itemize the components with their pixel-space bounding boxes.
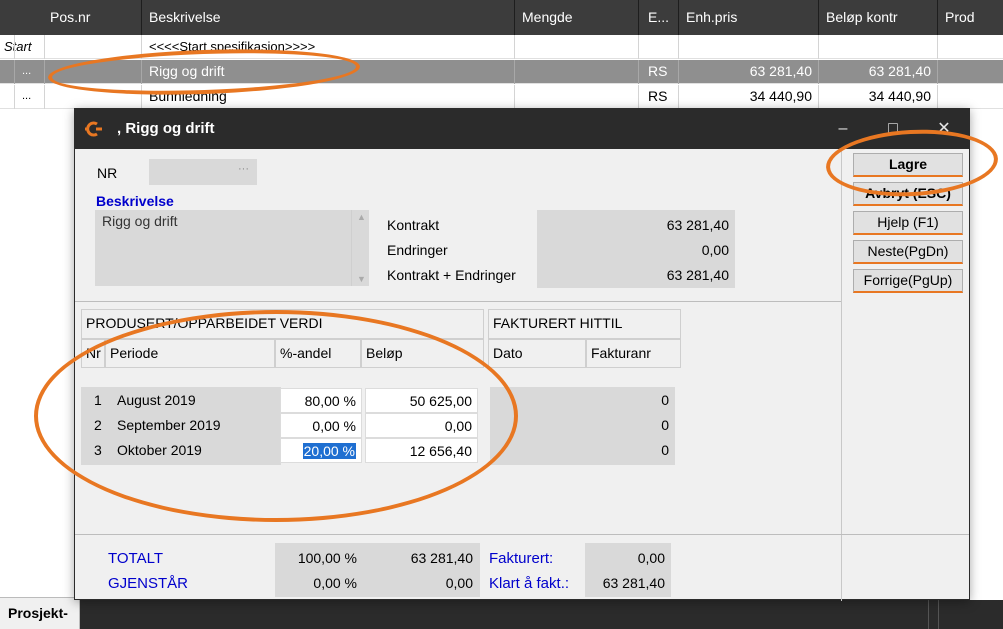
maximize-icon[interactable]: □ <box>878 117 908 141</box>
app-logo-icon <box>85 121 102 137</box>
row-description: Rigg og drift <box>149 63 225 79</box>
cancel-button[interactable]: Avbryt (ESC) <box>853 182 963 206</box>
invoiced-value: 0 <box>661 442 669 458</box>
col-header-periode: Periode <box>105 339 275 368</box>
endringer-label: Endringer <box>387 242 448 258</box>
grid-row[interactable]: ... Bunnledning RS 34 440,90 34 440,90 <box>0 85 1003 109</box>
period-nr: 2 <box>94 417 102 433</box>
col-header-nr: Nr <box>81 339 105 368</box>
help-button[interactable]: Hjelp (F1) <box>853 211 963 235</box>
amount-input[interactable]: 50 625,00 <box>365 388 478 413</box>
description-scrollbar[interactable]: ▲ ▼ <box>351 210 369 286</box>
row-unit: RS <box>648 88 668 104</box>
total-amount: 63 281,40 <box>410 550 473 566</box>
scroll-down-icon[interactable]: ▼ <box>357 274 366 284</box>
dialog-title: , Rigg og drift <box>117 120 215 137</box>
row-unit-price: 34 440,90 <box>749 88 812 104</box>
nr-label: NR <box>97 165 118 181</box>
col-header-fakturanr: Fakturanr <box>586 339 681 368</box>
period-name: August 2019 <box>117 392 196 408</box>
invoiced-section-title: FAKTURERT HITTIL <box>488 309 681 339</box>
row-marker: ... <box>22 65 32 77</box>
pct-input-active[interactable]: 20,00 % <box>280 438 362 463</box>
invoiced-value: 0 <box>661 417 669 433</box>
description-label: Beskrivelse <box>96 193 174 209</box>
grid-row[interactable]: Start <<<<Start spesifikasjon>>>> <box>0 35 1003 59</box>
save-button[interactable]: Lagre <box>853 153 963 177</box>
total-pct: 100,00 % <box>297 550 357 566</box>
nr-ellipsis-button[interactable]: ··· <box>238 163 249 175</box>
kontrakt-label: Kontrakt <box>387 217 440 233</box>
col-header-enhpris[interactable]: Enh.pris <box>686 0 806 35</box>
pct-input[interactable]: 0,00 % <box>280 413 362 438</box>
period-name: September 2019 <box>117 417 221 433</box>
edit-dialog: , Rigg og drift – □ ✕ NR ··· Beskrivelse… <box>74 108 970 601</box>
next-button[interactable]: Neste(PgDn) <box>853 240 963 264</box>
kontrakt-endringer-value: 63 281,40 <box>666 267 729 283</box>
prev-button[interactable]: Forrige(PgUp) <box>853 269 963 293</box>
scroll-up-icon[interactable]: ▲ <box>357 212 366 222</box>
pct-selected-text: 20,00 % <box>302 443 356 459</box>
kontrakt-value: 63 281,40 <box>666 217 729 233</box>
kontrakt-endringer-label: Kontrakt + Endringer <box>387 267 516 283</box>
row-marker: Start <box>4 39 32 54</box>
remaining-pct: 0,00 % <box>313 575 357 591</box>
col-header-beskrivelse[interactable]: Beskrivelse <box>149 0 509 35</box>
tab-prosjekt[interactable]: Prosjekt- <box>0 597 80 629</box>
produced-section-title: PRODUSERT/OPPARBEIDET VERDI <box>81 309 484 339</box>
col-header-mengde[interactable]: Mengde <box>522 0 632 35</box>
ready-to-invoice-value: 63 281,40 <box>602 575 665 591</box>
amount-input[interactable]: 12 656,40 <box>365 438 478 463</box>
invoiced-total-label: Fakturert: <box>489 550 554 567</box>
col-header-prod[interactable]: Prod <box>945 0 975 35</box>
remaining-amount: 0,00 <box>445 575 473 591</box>
col-header-posnr[interactable]: Pos.nr <box>50 0 140 35</box>
close-icon[interactable]: ✕ <box>929 117 959 141</box>
row-description: <<<<Start spesifikasjon>>>> <box>149 39 316 54</box>
col-header-pct: %-andel <box>275 339 361 368</box>
row-marker: ... <box>22 90 32 102</box>
status-strip <box>80 600 1003 629</box>
dialog-titlebar[interactable]: , Rigg og drift – □ ✕ <box>75 109 969 149</box>
col-header-belop-kontr[interactable]: Beløp kontr <box>826 0 931 35</box>
grid-header: Pos.nr Beskrivelse Mengde E... Enh.pris … <box>0 0 1003 35</box>
col-header-dato: Dato <box>488 339 586 368</box>
invoiced-total-value: 0,00 <box>637 550 665 566</box>
ready-to-invoice-label: Klart å fakt.: <box>489 575 570 592</box>
total-label: TOTALT <box>108 550 164 567</box>
description-textarea[interactable]: Rigg og drift ▲ ▼ <box>95 210 369 286</box>
row-unit-price: 63 281,40 <box>749 63 812 79</box>
description-value: Rigg og drift <box>102 213 178 229</box>
row-unit: RS <box>648 63 668 79</box>
remaining-label: GJENSTÅR <box>108 575 189 592</box>
nr-field[interactable]: ··· <box>149 159 257 185</box>
period-name: Oktober 2019 <box>117 442 202 458</box>
invoiced-value: 0 <box>661 392 669 408</box>
tab-prosjekt-label: Prosjekt- <box>8 605 68 621</box>
period-nr: 3 <box>94 442 102 458</box>
endringer-value: 0,00 <box>701 242 729 258</box>
col-header-enhet[interactable]: E... <box>648 0 678 35</box>
row-amount: 63 281,40 <box>868 63 931 79</box>
row-description: Bunnledning <box>149 88 227 104</box>
col-header-belop: Beløp <box>361 339 484 368</box>
grid-row-selected[interactable]: ... Rigg og drift RS 63 281,40 63 281,40 <box>0 60 1003 84</box>
amount-input[interactable]: 0,00 <box>365 413 478 438</box>
period-nr: 1 <box>94 392 102 408</box>
minimize-icon[interactable]: – <box>828 117 858 141</box>
pct-input[interactable]: 80,00 % <box>280 388 362 413</box>
row-amount: 34 440,90 <box>868 88 931 104</box>
